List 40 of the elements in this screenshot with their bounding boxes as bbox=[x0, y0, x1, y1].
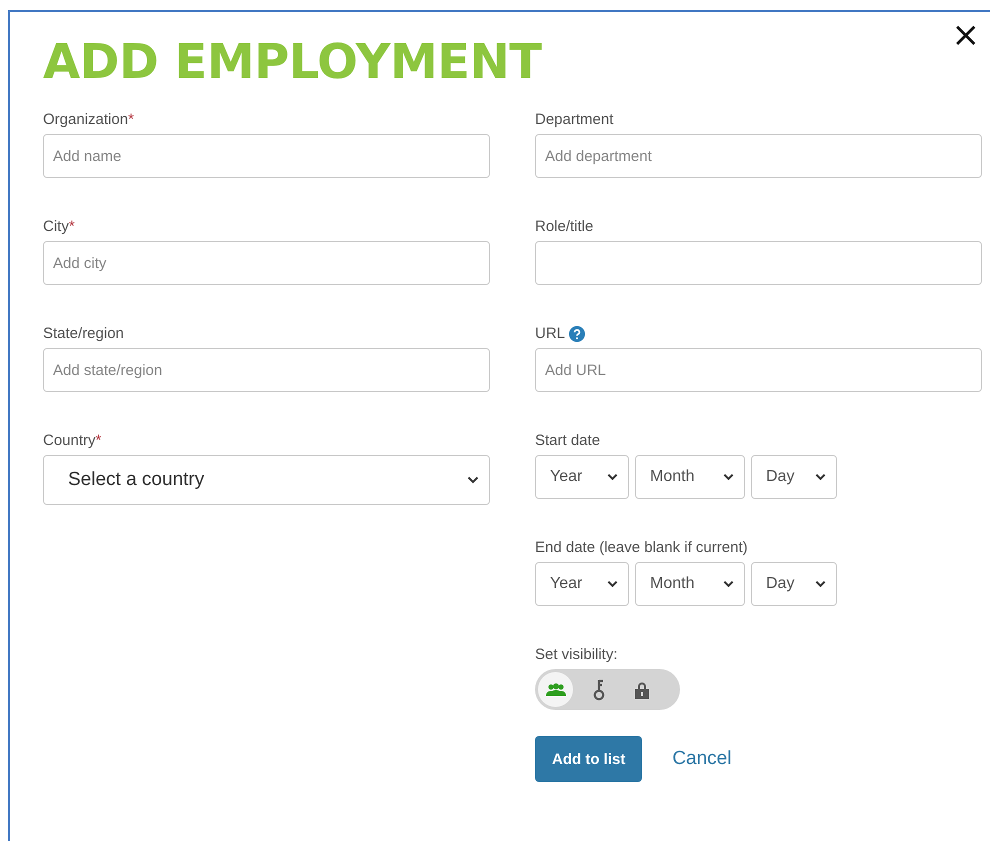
field-label: Set visibility: bbox=[535, 645, 619, 665]
date-dropdown[interactable]: Year bbox=[535, 562, 629, 606]
date-dropdown[interactable]: Day bbox=[751, 562, 837, 606]
chevron-icon bbox=[607, 473, 618, 481]
text-field[interactable]: Add name bbox=[43, 134, 490, 178]
field-label: Role/title bbox=[535, 217, 594, 237]
date-dropdown[interactable]: Year bbox=[535, 455, 629, 499]
dialog-title: ADD EMPLOYMENT bbox=[43, 34, 542, 90]
people-icon bbox=[546, 682, 566, 696]
text-field[interactable]: Add URL bbox=[535, 348, 982, 392]
key-icon bbox=[592, 678, 606, 700]
field-label: Country* bbox=[43, 431, 102, 451]
country-dropdown[interactable]: Select a country bbox=[43, 455, 490, 505]
text-field[interactable]: Add state/region bbox=[43, 348, 490, 392]
chevron-icon bbox=[815, 580, 826, 588]
lock-icon bbox=[634, 680, 650, 698]
chevron-icon bbox=[607, 580, 618, 588]
date-dropdown[interactable]: Day bbox=[751, 455, 837, 499]
text-field[interactable] bbox=[535, 241, 982, 285]
date-dropdown[interactable]: Month bbox=[635, 455, 745, 499]
chevron-icon bbox=[467, 476, 479, 484]
chevron-icon bbox=[723, 473, 734, 481]
cancel-link[interactable]: Cancel bbox=[672, 748, 732, 770]
date-dropdown[interactable]: Month bbox=[635, 562, 745, 606]
everyone-option[interactable] bbox=[538, 672, 573, 707]
field-label: City* bbox=[43, 217, 75, 237]
field-label: State/region bbox=[43, 324, 124, 344]
field-label: Department bbox=[535, 110, 614, 130]
close-button[interactable]: × bbox=[952, 20, 980, 50]
chevron-icon bbox=[815, 473, 826, 481]
chevron-icon bbox=[723, 580, 734, 588]
field-label: End date (leave blank if current) bbox=[535, 538, 748, 558]
field-label: URL bbox=[535, 324, 566, 344]
text-field[interactable]: Add city bbox=[43, 241, 490, 285]
field-label: Organization* bbox=[43, 110, 134, 130]
text-field[interactable]: Add department bbox=[535, 134, 982, 178]
add-to-list-button[interactable]: Add to list bbox=[535, 736, 642, 782]
help-icon[interactable] bbox=[569, 326, 586, 342]
visibility-toggle[interactable] bbox=[535, 669, 680, 710]
field-label: Start date bbox=[535, 431, 600, 451]
